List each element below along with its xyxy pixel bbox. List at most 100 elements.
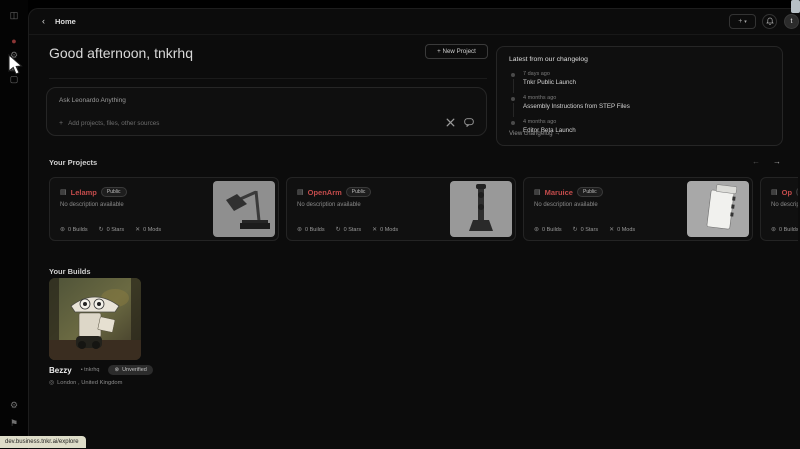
builds-count: 0 Builds xyxy=(542,227,562,233)
mods-icon: ✕ xyxy=(609,226,614,233)
project-name: OpenArm xyxy=(308,188,342,197)
timeline-dot-icon xyxy=(511,97,515,101)
logo-icon[interactable]: ● xyxy=(0,36,28,46)
mods-count: 0 Mods xyxy=(143,227,161,233)
add-source-icon[interactable]: + xyxy=(59,120,63,127)
project-description: No description available xyxy=(534,202,687,208)
scrollbar-thumb[interactable] xyxy=(791,0,800,13)
builds-icon: ⊛ xyxy=(534,226,539,233)
carousel-prev-icon[interactable]: ← xyxy=(752,157,760,166)
new-project-button[interactable]: + New Project xyxy=(425,44,488,59)
project-icon: ▤ xyxy=(534,188,541,196)
build-name[interactable]: Bezzy xyxy=(49,366,72,375)
changelog-time: 4 months ago xyxy=(523,95,772,101)
project-thumbnail-device xyxy=(687,181,749,237)
chat-icon[interactable] xyxy=(464,118,474,127)
builds-icon: ⊛ xyxy=(297,226,302,233)
back-icon[interactable]: ‹ xyxy=(42,16,45,26)
timeline-dot-icon xyxy=(511,121,515,125)
greeting-title: Good afternoon, tnkrhq xyxy=(49,45,193,61)
tools-icon[interactable] xyxy=(446,118,455,127)
feedback-icon[interactable]: ⚑ xyxy=(0,418,28,428)
carousel-next-icon[interactable]: → xyxy=(773,157,781,166)
caret-down-icon: ▾ xyxy=(744,19,747,25)
owner-bullet: • xyxy=(81,367,83,373)
project-description: No description available xyxy=(297,202,450,208)
project-card-openarm[interactable]: ▤ OpenArm Public No description availabl… xyxy=(286,177,516,241)
builds-icon: ⊛ xyxy=(60,226,65,233)
visibility-badge: Public xyxy=(577,187,603,197)
stars-icon: ↻ xyxy=(573,226,578,233)
changelog-item[interactable]: 4 months ago Assembly Instructions from … xyxy=(511,95,772,110)
mods-icon: ✕ xyxy=(372,226,377,233)
project-icon: ▤ xyxy=(60,188,67,196)
notifications-button[interactable] xyxy=(762,14,777,29)
gear-icon[interactable]: ⚙ xyxy=(0,400,28,410)
project-description: No description available xyxy=(60,202,213,208)
stars-count: 0 Stars xyxy=(581,227,598,233)
sidebar-toggle-icon[interactable]: ◫ xyxy=(0,10,28,20)
mods-icon: ✕ xyxy=(135,226,140,233)
project-icon: ▤ xyxy=(771,188,778,196)
build-owner[interactable]: tnkrhq xyxy=(84,367,99,373)
avatar[interactable]: t xyxy=(784,14,799,29)
changelog-entry-title: Tnkr Public Launch xyxy=(523,79,772,86)
visibility-badge: Public xyxy=(796,187,798,197)
stars-icon: ↻ xyxy=(336,226,341,233)
timeline-dot-icon xyxy=(511,73,515,77)
settings-icon[interactable]: ⚙ xyxy=(0,50,28,60)
project-icon: ▤ xyxy=(297,188,304,196)
view-changelog-link[interactable]: View changelog → xyxy=(509,130,560,137)
project-card-lelamp[interactable]: ▤ Lelamp Public No description available… xyxy=(49,177,279,241)
projects-row: ▤ Lelamp Public No description available… xyxy=(49,177,798,245)
project-thumbnail-lamp xyxy=(213,181,275,237)
verification-badge: ⊗ Unverified xyxy=(108,365,152,375)
ask-panel[interactable]: Ask Leonardo Anything + Add projects, fi… xyxy=(46,87,487,136)
main-content: ‹ Home +▾ t Good afternoon, tnkrhq + New… xyxy=(28,8,800,449)
builds-count: 0 Builds xyxy=(68,227,88,233)
builds-section-title: Your Builds xyxy=(49,267,91,276)
project-description: No description available xyxy=(771,202,798,208)
mods-count: 0 Mods xyxy=(380,227,398,233)
stars-count: 0 Stars xyxy=(344,227,361,233)
link-preview-tooltip: dev.business.tnkr.ai/explore xyxy=(0,436,86,448)
changelog-title: Latest from our changelog xyxy=(509,56,588,63)
parts-icon[interactable]: ▢ xyxy=(0,74,28,84)
left-sidebar: ◫ ● ⚙ ▣ ▢ ⚙ ⚑ xyxy=(0,0,28,449)
builds-count: 0 Builds xyxy=(779,227,798,233)
project-name: Op xyxy=(782,188,792,197)
changelog-panel: Latest from our changelog 7 days ago Tnk… xyxy=(496,46,783,146)
changelog-item[interactable]: 7 days ago Tnkr Public Launch xyxy=(511,71,772,86)
mods-count: 0 Mods xyxy=(617,227,635,233)
timeline-line xyxy=(513,79,514,93)
visibility-badge: Public xyxy=(101,187,127,197)
visibility-badge: Public xyxy=(346,187,372,197)
project-card-maruice[interactable]: ▤ Maruice Public No description availabl… xyxy=(523,177,753,241)
timeline-line xyxy=(513,103,514,117)
builds-icon: ⊛ xyxy=(771,226,776,233)
divider xyxy=(49,78,487,79)
projects-section-title: Your Projects xyxy=(49,158,97,167)
changelog-entry-title: Assembly Instructions from STEP Files xyxy=(523,103,772,110)
builds-count: 0 Builds xyxy=(305,227,325,233)
unverified-icon: ⊗ xyxy=(114,367,119,373)
project-card-partial[interactable]: ▤ Op Public No description available ⊛0 … xyxy=(760,177,798,241)
location-icon: ◎ xyxy=(49,380,54,386)
ask-input[interactable]: Ask Leonardo Anything xyxy=(59,97,126,104)
page-header: ‹ Home +▾ t xyxy=(29,9,800,35)
library-icon[interactable]: ▣ xyxy=(0,62,28,72)
stars-icon: ↻ xyxy=(99,226,104,233)
plus-icon: + xyxy=(738,18,742,25)
changelog-time: 4 months ago xyxy=(523,119,772,125)
stars-count: 0 Stars xyxy=(107,227,124,233)
changelog-time: 7 days ago xyxy=(523,71,772,77)
build-card-image[interactable] xyxy=(49,278,141,360)
build-location: London , United Kingdom xyxy=(57,380,122,386)
project-name: Maruice xyxy=(545,188,573,197)
quick-create-button[interactable]: +▾ xyxy=(729,14,756,29)
add-sources-label[interactable]: Add projects, files, other sources xyxy=(68,120,159,127)
bell-icon xyxy=(766,17,774,26)
avatar-initial: t xyxy=(791,18,793,25)
page-title: Home xyxy=(55,17,76,26)
verification-label: Unverified xyxy=(122,367,147,373)
